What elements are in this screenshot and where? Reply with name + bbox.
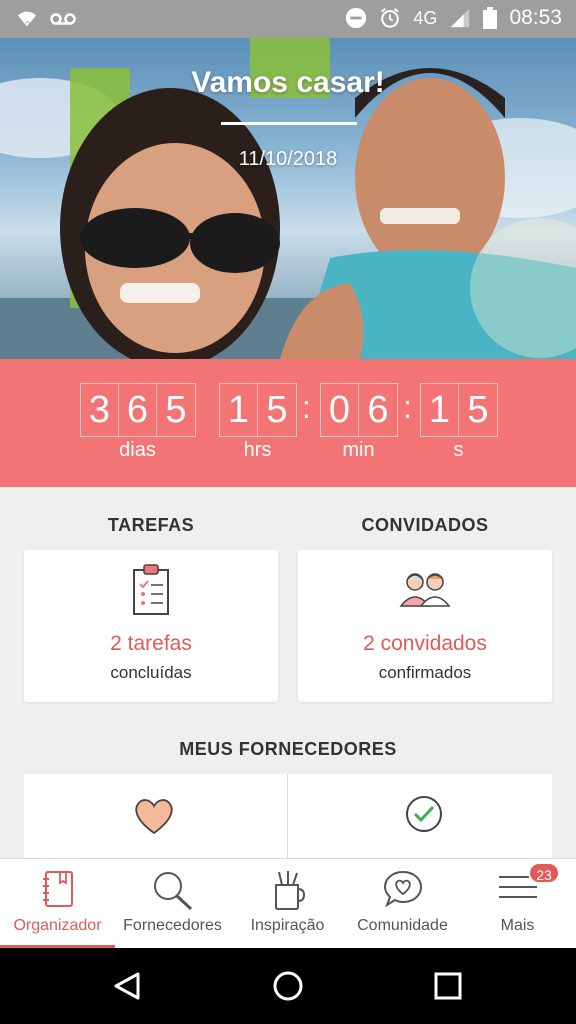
heart-icon bbox=[135, 799, 173, 835]
tasks-card[interactable]: 2 tarefas concluídas bbox=[24, 550, 278, 702]
title-underline bbox=[221, 122, 357, 125]
countdown-minutes: 0 6 bbox=[320, 383, 398, 437]
network-type: 4G bbox=[413, 7, 438, 28]
notification-badge: 23 bbox=[528, 862, 560, 884]
seconds-label: s bbox=[453, 439, 464, 461]
tasks-heading: TAREFAS bbox=[107, 515, 195, 535]
nav-label: Organizador bbox=[13, 917, 102, 934]
nav-fornecedores[interactable]: Fornecedores bbox=[115, 859, 230, 949]
guests-count: 2 convidados bbox=[363, 632, 487, 655]
time-separator: : bbox=[403, 389, 412, 425]
status-bar: ? 4G 08:53 bbox=[0, 0, 576, 38]
suppliers-card bbox=[24, 774, 552, 864]
suppliers-heading: MEUS FORNECEDORES bbox=[179, 739, 397, 759]
nav-label: Comunidade bbox=[357, 917, 448, 934]
clock: 08:53 bbox=[509, 6, 562, 29]
hours-digit: 1 bbox=[220, 384, 258, 436]
minutes-digit: 6 bbox=[367, 389, 389, 431]
seconds-digit: 5 bbox=[467, 389, 489, 431]
wifi-icon: ? bbox=[17, 11, 37, 30]
favorite-suppliers[interactable] bbox=[24, 774, 287, 864]
nav-comunidade[interactable]: Comunidade bbox=[345, 859, 460, 949]
home-icon[interactable] bbox=[272, 970, 304, 1002]
guests-icon bbox=[399, 573, 451, 607]
tasks-status: concluídas bbox=[110, 663, 192, 682]
nav-label: Inspiração bbox=[250, 917, 325, 934]
countdown-seconds: 1 5 bbox=[420, 383, 498, 437]
clipboard-icon bbox=[133, 564, 169, 615]
guests-card[interactable]: 2 convidados confirmados bbox=[298, 550, 552, 702]
days-digit: 5 bbox=[165, 389, 187, 431]
signal-icon bbox=[451, 8, 470, 28]
nav-label: Mais bbox=[500, 917, 535, 934]
days-label: dias bbox=[119, 439, 156, 461]
guests-heading: CONVIDADOS bbox=[361, 515, 489, 535]
seconds-digit: 1 bbox=[421, 384, 459, 436]
recents-icon[interactable] bbox=[432, 970, 464, 1002]
nav-inspiracao[interactable]: Inspiração bbox=[230, 859, 345, 949]
system-navigation-bar bbox=[0, 948, 576, 1024]
svg-text:?: ? bbox=[25, 20, 30, 30]
nav-label: Fornecedores bbox=[123, 917, 222, 934]
voicemail-icon bbox=[50, 13, 76, 25]
countdown-days: 3 6 5 bbox=[80, 383, 196, 437]
time-separator: : bbox=[302, 389, 311, 425]
brushes-icon bbox=[274, 871, 305, 910]
hours-label: hrs bbox=[243, 439, 272, 461]
minutes-digit: 0 bbox=[321, 384, 359, 436]
hours-digit: 5 bbox=[266, 389, 288, 431]
countdown-banner: 3 6 5 1 5 : 0 6 : 1 5 dias hrs min s bbox=[0, 359, 576, 487]
battery-icon bbox=[483, 7, 498, 29]
bottom-navigation: Organizador Fornecedores Inspiração Comu… bbox=[0, 858, 576, 949]
nav-organizador[interactable]: Organizador bbox=[0, 859, 115, 949]
hired-suppliers[interactable] bbox=[288, 774, 552, 864]
wedding-title: Vamos casar! bbox=[191, 66, 385, 99]
guests-status: confirmados bbox=[378, 663, 472, 682]
alarm-icon bbox=[381, 8, 400, 28]
minutes-label: min bbox=[342, 439, 375, 461]
search-icon bbox=[153, 872, 192, 911]
notebook-icon bbox=[42, 871, 73, 907]
countdown-hours: 1 5 bbox=[219, 383, 297, 437]
check-circle-icon bbox=[406, 796, 442, 832]
couple-photo-header[interactable]: Vamos casar! 11/10/2018 bbox=[0, 38, 576, 359]
wedding-date: 11/10/2018 bbox=[238, 148, 338, 170]
dnd-icon bbox=[346, 7, 367, 29]
days-digit: 3 bbox=[81, 384, 119, 436]
tasks-count: 2 tarefas bbox=[110, 632, 192, 655]
back-icon[interactable] bbox=[112, 970, 144, 1002]
days-digit: 6 bbox=[119, 384, 157, 436]
chat-heart-icon bbox=[383, 870, 422, 908]
